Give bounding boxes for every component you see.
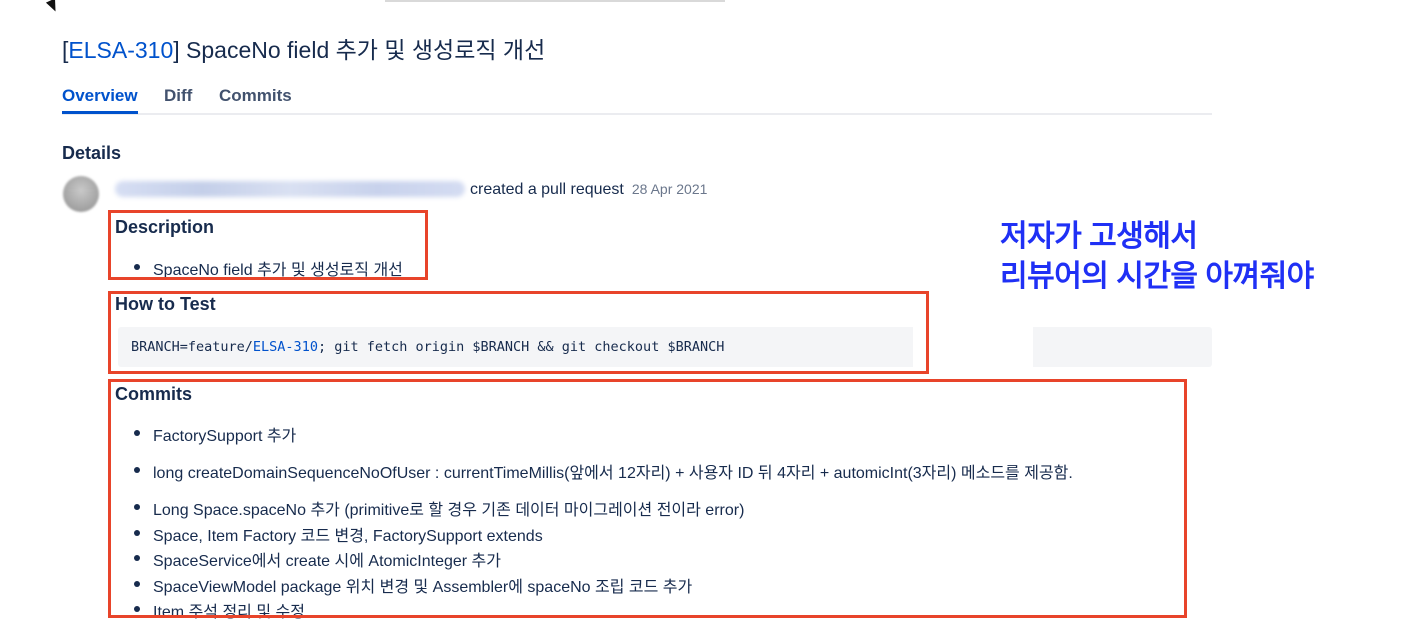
how-to-test-heading: How to Test [115,294,216,314]
list-item: Space, Item Factory 코드 변경, FactorySuppor… [115,522,543,546]
issue-key-link[interactable]: ELSA-310 [68,37,173,63]
tab-overview[interactable]: Overview [62,86,138,114]
code-block: BRANCH=feature/ELSA-310; git fetch origi… [118,327,1212,367]
code-block-gap [913,327,1033,367]
code-text: BRANCH=feature/ELSA-310; git fetch origi… [131,339,725,355]
author-name-redacted [115,181,465,197]
avatar[interactable] [63,176,99,212]
list-item: Long Space.spaceNo 추가 (primitive로 할 경우 기… [115,496,744,520]
description-heading: Description [115,217,215,237]
tab-commits[interactable]: Commits [219,86,292,106]
annotation-line-2: 리뷰어의 시간을 아껴줘야 [1000,260,1314,293]
commits-heading: Commits [115,384,193,404]
tab-bar: Overview Diff Commits [62,85,1212,115]
activity-date: 28 Apr 2021 [631,181,708,197]
page-title: [ELSA-310] SpaceNo field 추가 및 생성로직 개선 [62,37,546,63]
tab-diff[interactable]: Diff [164,86,192,106]
list-item: SpaceService에서 create 시에 AtomicInteger 추… [115,547,501,571]
list-item: SpaceViewModel package 위치 변경 및 Assembler… [115,573,692,597]
activity-text: created a pull request [470,181,624,198]
top-divider [385,0,725,2]
list-item: SpaceNo field 추가 및 생성로직 개선 [115,256,403,280]
list-item: long createDomainSequenceNoOfUser : curr… [115,459,1073,483]
annotation-line-1: 저자가 고생해서 [1000,220,1198,253]
list-item: Item 주석 정리 및 수정 [115,598,305,622]
list-item: FactorySupport 추가 [115,422,296,446]
description-list: SpaceNo field 추가 및 생성로직 개선 [115,256,403,280]
activity-line: created a pull request 28 Apr 2021 [470,181,707,199]
mouse-cursor-icon [45,0,61,14]
code-issue-ref: ELSA-310 [252,339,318,355]
details-heading: Details [62,143,122,163]
